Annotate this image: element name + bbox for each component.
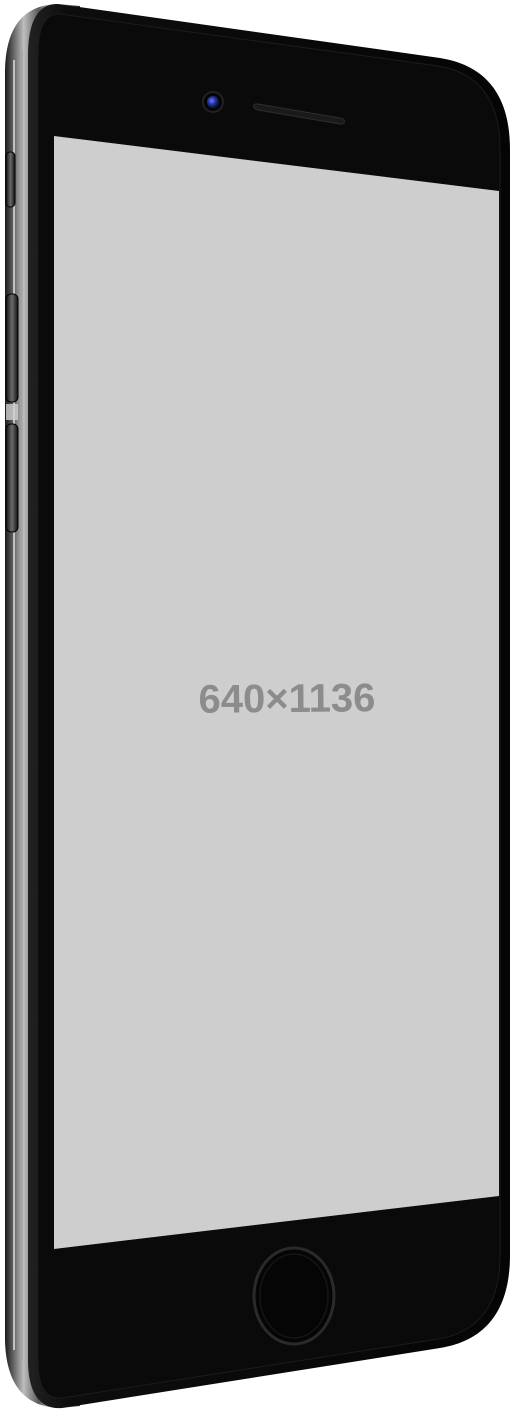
front-camera-lens [207, 96, 219, 108]
volume-down-button [5, 423, 19, 533]
antenna-line [6, 404, 18, 420]
volume-up-button [5, 293, 19, 403]
phone-illustration: 640×1136 [5, 3, 510, 1409]
home-button[interactable] [252, 1246, 336, 1346]
device-mockup: 640×1136 [0, 0, 513, 1412]
screen-placeholder-label: 640×1136 [198, 676, 375, 722]
mute-switch [5, 151, 16, 208]
